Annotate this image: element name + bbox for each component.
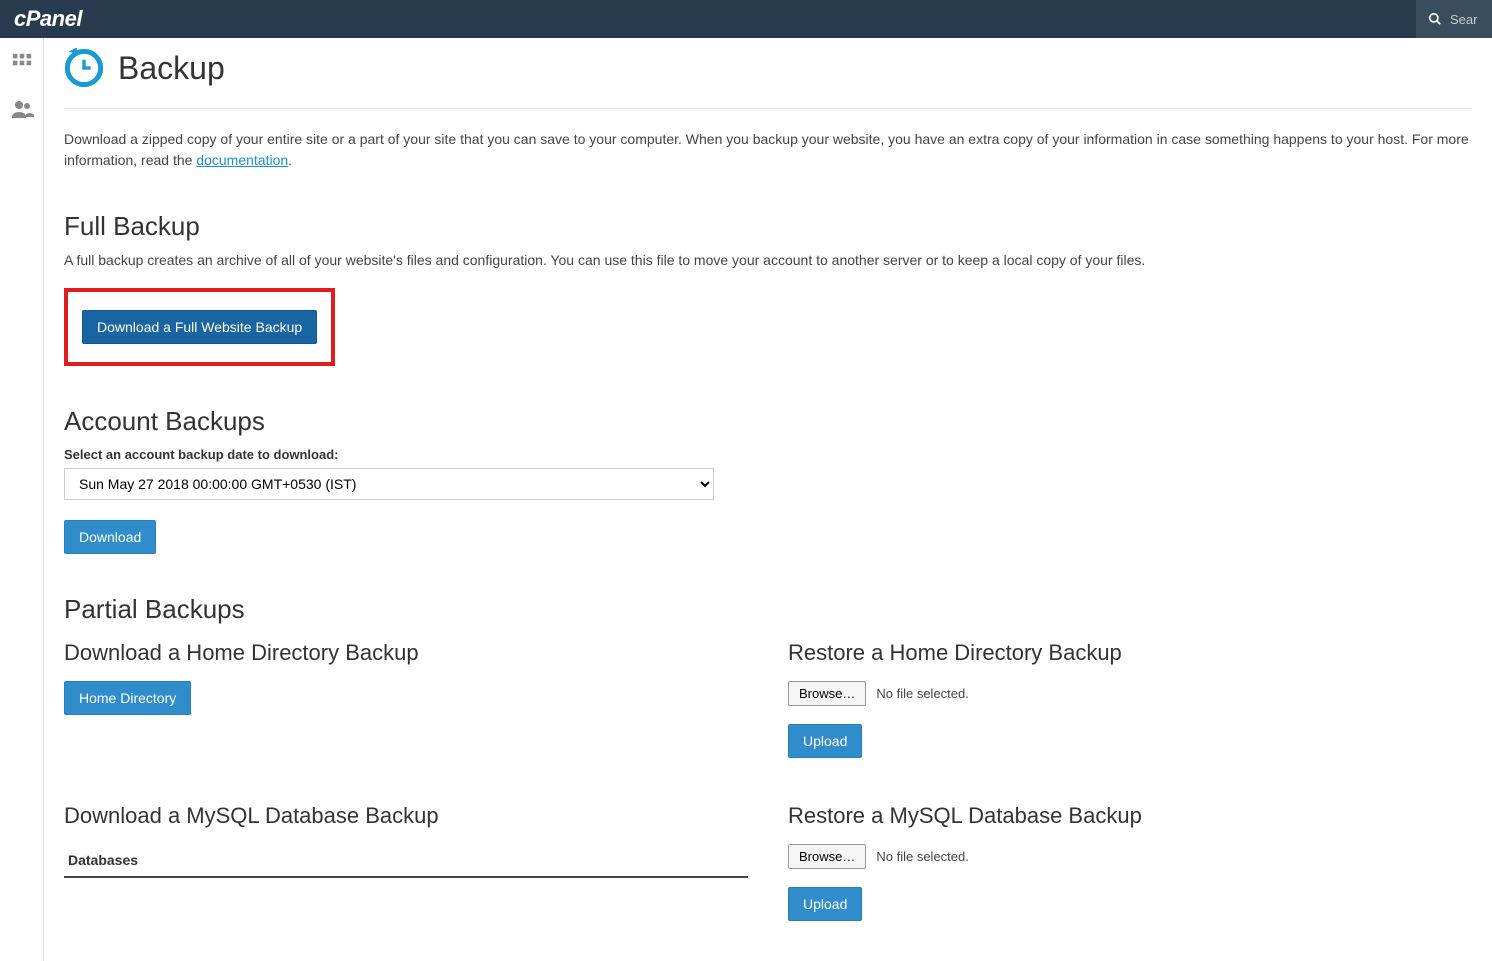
upload-home-button[interactable]: Upload	[788, 724, 862, 758]
account-backup-select[interactable]: Sun May 27 2018 00:00:00 GMT+0530 (IST)	[64, 468, 714, 500]
search-input[interactable]	[1450, 12, 1480, 27]
home-directory-button[interactable]: Home Directory	[64, 681, 191, 715]
upload-mysql-button[interactable]: Upload	[788, 887, 862, 921]
download-button[interactable]: Download	[64, 520, 156, 554]
download-full-backup-button[interactable]: Download a Full Website Backup	[82, 310, 317, 344]
cpanel-logo: cPanel	[14, 6, 82, 32]
restore-mysql-col: Restore a MySQL Database Backup Browse… …	[788, 803, 1472, 921]
intro-text: Download a zipped copy of your entire si…	[64, 129, 1472, 171]
highlight-box: Download a Full Website Backup	[64, 288, 335, 366]
search-area	[1416, 0, 1492, 38]
restore-home-heading: Restore a Home Directory Backup	[788, 640, 1472, 666]
download-home-heading: Download a Home Directory Backup	[64, 640, 748, 666]
sidebar	[0, 38, 44, 961]
account-backup-label: Select an account backup date to downloa…	[64, 447, 1472, 462]
title-divider	[64, 108, 1472, 109]
partial-backups-heading: Partial Backups	[64, 594, 1472, 625]
home-file-status: No file selected.	[876, 686, 969, 701]
mysql-file-status: No file selected.	[876, 849, 969, 864]
restore-home-col: Restore a Home Directory Backup Browse… …	[788, 640, 1472, 758]
browse-mysql-button[interactable]: Browse…	[788, 844, 866, 869]
download-mysql-heading: Download a MySQL Database Backup	[64, 803, 748, 829]
intro-end: .	[288, 152, 292, 168]
grid-icon[interactable]	[11, 52, 33, 79]
search-icon	[1428, 12, 1442, 26]
backup-icon	[64, 48, 104, 88]
page-title: Backup	[118, 50, 225, 87]
browse-home-button[interactable]: Browse…	[788, 681, 866, 706]
page-title-row: Backup	[64, 48, 1472, 98]
main-content: Backup Download a zipped copy of your en…	[44, 38, 1492, 961]
full-backup-heading: Full Backup	[64, 211, 1472, 242]
users-icon[interactable]	[10, 97, 34, 126]
top-header: cPanel	[0, 0, 1492, 38]
documentation-link[interactable]: documentation	[196, 152, 288, 168]
download-mysql-col: Download a MySQL Database Backup Databas…	[64, 803, 748, 921]
account-backups-heading: Account Backups	[64, 406, 1472, 437]
download-home-col: Download a Home Directory Backup Home Di…	[64, 640, 748, 758]
restore-mysql-heading: Restore a MySQL Database Backup	[788, 803, 1472, 829]
full-backup-desc: A full backup creates an archive of all …	[64, 252, 1472, 268]
databases-table-header: Databases	[64, 844, 748, 878]
